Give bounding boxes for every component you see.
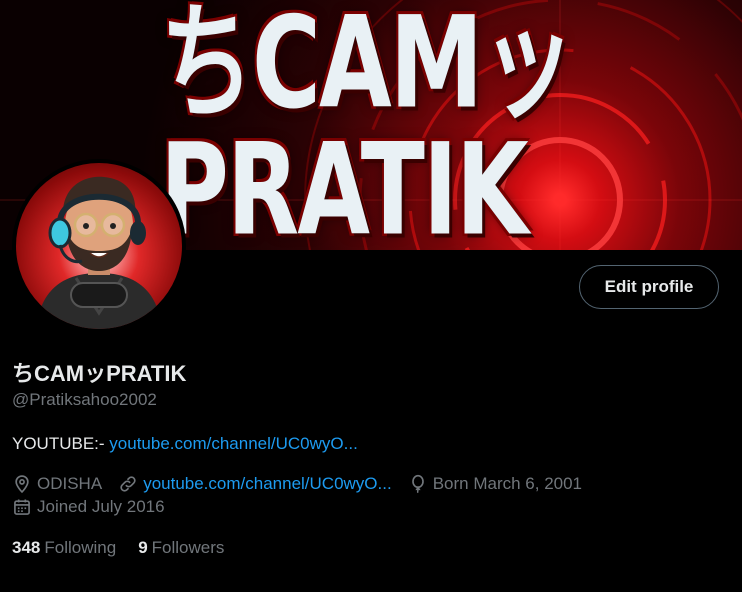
joined-text: Joined July 2016 — [37, 497, 165, 516]
user-handle: @Pratiksahoo2002 — [12, 390, 157, 409]
calendar-icon — [14, 499, 30, 515]
joined-item: Joined July 2016 — [12, 497, 165, 517]
following-label: Following — [44, 538, 117, 557]
followers-count: 9 — [138, 538, 148, 557]
avatar-image — [16, 163, 182, 329]
map-pin-icon — [15, 475, 29, 494]
profile-bio: YOUTUBE:- youtube.com/channel/UC0wyO... — [12, 434, 358, 454]
balloon-icon — [411, 474, 424, 494]
followers-link[interactable]: 9 Followers — [138, 538, 224, 558]
followers-label: Followers — [151, 538, 225, 557]
profile-meta-row-2: Joined July 2016 — [12, 497, 181, 517]
bio-prefix: YOUTUBE:- — [12, 434, 110, 453]
banner-title-logo: ちCAMッPRATIK — [160, 0, 575, 250]
birthday-item: Born March 6, 2001 — [408, 474, 582, 494]
profile-meta-row: ODISHA youtube.com/channel/UC0wyO... Bor… — [12, 474, 598, 494]
link-icon — [120, 476, 136, 492]
avatar-cartoon-icon — [36, 176, 162, 329]
birthday-text: Born March 6, 2001 — [432, 474, 583, 493]
location-item: ODISHA — [12, 474, 102, 494]
bio-link[interactable]: youtube.com/channel/UC0wyO... — [109, 434, 358, 453]
edit-profile-button[interactable]: Edit profile — [579, 265, 719, 309]
profile-avatar[interactable] — [12, 159, 186, 333]
display-name: ちCAMッPRATIK — [12, 361, 187, 386]
following-count: 348 — [12, 538, 41, 557]
location-text: ODISHA — [37, 474, 103, 493]
website-link[interactable]: youtube.com/channel/UC0wyO... — [143, 474, 392, 494]
website-item: youtube.com/channel/UC0wyO... — [118, 474, 392, 494]
following-link[interactable]: 348 Following — [12, 538, 116, 558]
follow-stats: 348 Following 9 Followers — [12, 538, 246, 558]
